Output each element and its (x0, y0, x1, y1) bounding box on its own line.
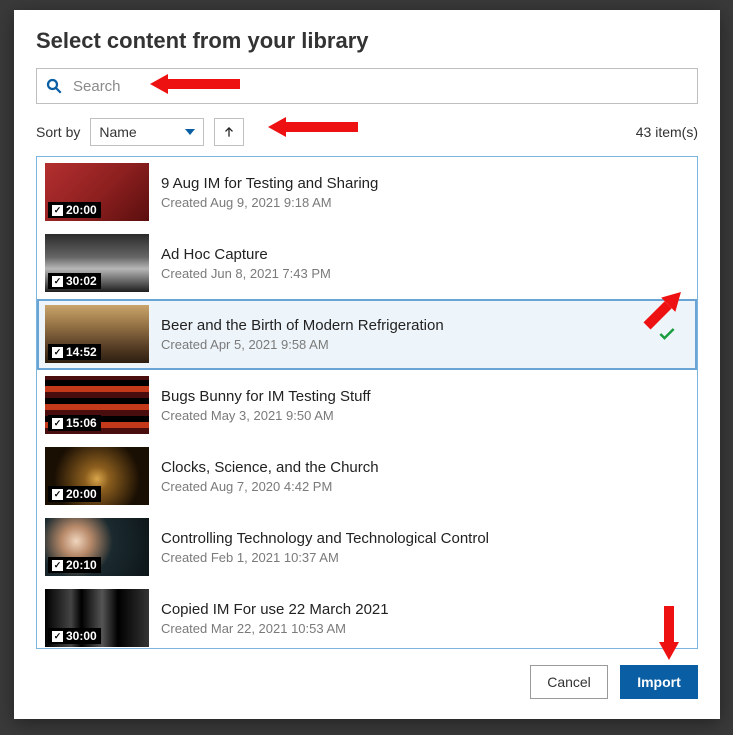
search-icon (45, 77, 63, 95)
item-subtitle: Created Aug 9, 2021 9:18 AM (161, 195, 689, 210)
item-meta: Ad Hoc Capture Created Jun 8, 2021 7:43 … (161, 246, 689, 281)
content-list[interactable]: ✓ 20:00 9 Aug IM for Testing and Sharing… (36, 156, 698, 649)
item-title: Ad Hoc Capture (161, 246, 689, 263)
check-square-icon: ✓ (52, 631, 63, 642)
item-title: Bugs Bunny for IM Testing Stuff (161, 388, 689, 405)
item-count: 43 item(s) (636, 124, 698, 140)
duration-text: 30:00 (66, 629, 97, 643)
dialog-title: Select content from your library (36, 28, 698, 54)
search-input[interactable] (71, 77, 689, 96)
video-thumbnail: ✓ 20:10 (45, 518, 149, 576)
video-thumbnail: ✓ 20:00 (45, 447, 149, 505)
duration-badge: ✓ 20:10 (48, 557, 101, 573)
item-subtitle: Created Feb 1, 2021 10:37 AM (161, 550, 689, 565)
video-thumbnail: ✓ 15:06 (45, 376, 149, 434)
item-subtitle: Created Aug 7, 2020 4:42 PM (161, 479, 689, 494)
item-subtitle: Created Mar 22, 2021 10:53 AM (161, 621, 689, 636)
check-square-icon: ✓ (52, 560, 63, 571)
duration-badge: ✓ 20:00 (48, 486, 101, 502)
item-meta: Copied IM For use 22 March 2021 Created … (161, 601, 689, 636)
chevron-down-icon (185, 129, 195, 135)
arrow-up-icon (222, 125, 236, 139)
item-title: Copied IM For use 22 March 2021 (161, 601, 689, 618)
video-thumbnail: ✓ 30:02 (45, 234, 149, 292)
duration-text: 20:10 (66, 558, 97, 572)
list-item[interactable]: ✓ 20:10 Controlling Technology and Techn… (37, 512, 697, 583)
cancel-button[interactable]: Cancel (530, 665, 608, 699)
dialog-footer: Cancel Import (36, 649, 698, 699)
duration-badge: ✓ 30:02 (48, 273, 101, 289)
video-thumbnail: ✓ 14:52 (45, 305, 149, 363)
item-meta: Bugs Bunny for IM Testing Stuff Created … (161, 388, 689, 423)
duration-text: 30:02 (66, 274, 97, 288)
item-subtitle: Created May 3, 2021 9:50 AM (161, 408, 689, 423)
check-square-icon: ✓ (52, 276, 63, 287)
item-title: Clocks, Science, and the Church (161, 459, 689, 476)
item-subtitle: Created Jun 8, 2021 7:43 PM (161, 266, 689, 281)
sort-select[interactable]: Name (90, 118, 204, 146)
duration-text: 20:00 (66, 487, 97, 501)
search-field[interactable] (36, 68, 698, 104)
duration-badge: ✓ 20:00 (48, 202, 101, 218)
sort-label: Sort by (36, 124, 80, 140)
item-meta: Controlling Technology and Technological… (161, 530, 689, 565)
item-title: Beer and the Birth of Modern Refrigerati… (161, 317, 689, 334)
item-meta: Beer and the Birth of Modern Refrigerati… (161, 317, 689, 352)
item-subtitle: Created Apr 5, 2021 9:58 AM (161, 337, 689, 352)
list-item[interactable]: ✓ 30:00 Copied IM For use 22 March 2021 … (37, 583, 697, 649)
check-square-icon: ✓ (52, 205, 63, 216)
selected-check-icon (657, 324, 677, 344)
list-item[interactable]: ✓ 20:00 Clocks, Science, and the Church … (37, 441, 697, 512)
duration-badge: ✓ 14:52 (48, 344, 101, 360)
item-title: Controlling Technology and Technological… (161, 530, 689, 547)
duration-badge: ✓ 15:06 (48, 415, 101, 431)
check-square-icon: ✓ (52, 489, 63, 500)
duration-text: 20:00 (66, 203, 97, 217)
item-meta: 9 Aug IM for Testing and Sharing Created… (161, 175, 689, 210)
list-item[interactable]: ✓ 20:00 9 Aug IM for Testing and Sharing… (37, 157, 697, 228)
duration-text: 14:52 (66, 345, 97, 359)
select-content-dialog: Select content from your library Sort by… (14, 10, 720, 719)
sort-row: Sort by Name 43 item(s) (36, 118, 698, 146)
check-square-icon: ✓ (52, 347, 63, 358)
check-square-icon: ✓ (52, 418, 63, 429)
list-item[interactable]: ✓ 30:02 Ad Hoc Capture Created Jun 8, 20… (37, 228, 697, 299)
video-thumbnail: ✓ 20:00 (45, 163, 149, 221)
list-item[interactable]: ✓ 15:06 Bugs Bunny for IM Testing Stuff … (37, 370, 697, 441)
import-button[interactable]: Import (620, 665, 698, 699)
sort-direction-button[interactable] (214, 118, 244, 146)
duration-text: 15:06 (66, 416, 97, 430)
item-meta: Clocks, Science, and the Church Created … (161, 459, 689, 494)
item-title: 9 Aug IM for Testing and Sharing (161, 175, 689, 192)
sort-value: Name (99, 124, 136, 140)
duration-badge: ✓ 30:00 (48, 628, 101, 644)
list-item[interactable]: ✓ 14:52 Beer and the Birth of Modern Ref… (37, 299, 697, 370)
video-thumbnail: ✓ 30:00 (45, 589, 149, 647)
